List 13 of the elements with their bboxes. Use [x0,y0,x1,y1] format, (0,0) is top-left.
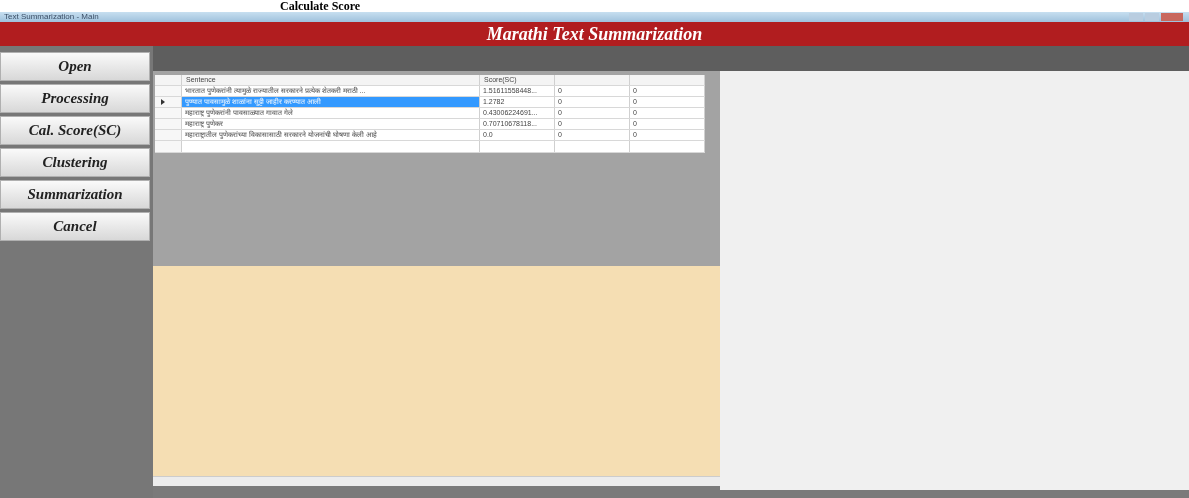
page-caption: Calculate Score [280,0,361,12]
sidebar-button[interactable]: Cancel [0,212,150,241]
sidebar-button[interactable]: Cal. Score(SC) [0,116,150,145]
window-title: Text Summarization - Main [4,12,99,22]
minimize-icon[interactable] [1129,13,1143,21]
maximize-icon[interactable] [1145,13,1159,21]
sidebar-button[interactable]: Processing [0,84,150,113]
header-title: Marathi Text Summarization [486,22,703,46]
horizontal-scrollbar[interactable] [153,476,720,486]
sidebar-button[interactable]: Clustering [0,148,150,177]
close-icon[interactable] [1161,13,1183,21]
sidebar-button[interactable]: Summarization [0,180,150,209]
sidebar-button[interactable]: Open [0,52,150,81]
